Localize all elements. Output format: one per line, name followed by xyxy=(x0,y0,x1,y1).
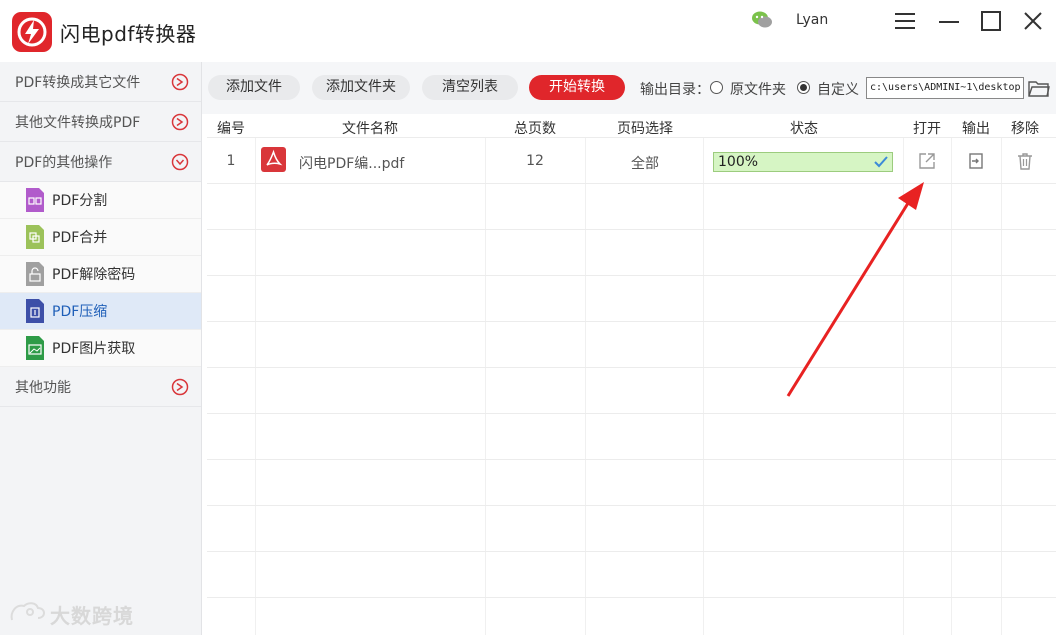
wechat-icon[interactable] xyxy=(750,9,774,31)
sidebar-category-label: PDF转换成其它文件 xyxy=(15,74,141,91)
sidebar-item-pdf-image-extract[interactable]: PDF图片获取 xyxy=(0,330,201,367)
radio-custom-label: 自定义 xyxy=(817,82,859,98)
sidebar: PDF转换成其它文件 其他文件转换成PDF PDF的其他操作 PDF分割 PDF… xyxy=(0,62,202,635)
table-row-empty xyxy=(207,551,1056,597)
clear-list-button[interactable]: 清空列表 xyxy=(422,75,518,100)
merge-icon xyxy=(24,224,46,250)
folder-icon[interactable] xyxy=(1028,78,1050,98)
image-extract-icon xyxy=(24,335,46,361)
pdf-file-icon xyxy=(261,147,286,172)
maximize-icon[interactable] xyxy=(978,8,1004,34)
toolbar: 添加文件 添加文件夹 清空列表 开始转换 输出目录： 原文件夹 自定义 c:\u… xyxy=(202,62,1056,114)
col-header-filename: 文件名称 xyxy=(342,121,398,137)
table-row-empty xyxy=(207,413,1056,459)
table-header: 编号 文件名称 总页数 页码选择 状态 打开 输出 移除 xyxy=(207,116,1056,138)
status-progress: 100% xyxy=(713,152,893,172)
sidebar-category-label: 其他文件转换成PDF xyxy=(15,114,141,131)
unlock-icon xyxy=(24,261,46,287)
radio-original-folder[interactable] xyxy=(710,81,723,94)
watermark-text: 大数跨境 xyxy=(50,604,134,628)
table-row-empty xyxy=(207,597,1056,635)
col-header-num: 编号 xyxy=(217,121,245,137)
menu-icon[interactable] xyxy=(892,8,918,34)
sidebar-item-label: PDF解除密码 xyxy=(52,267,136,283)
sidebar-category-pdf-to-other[interactable]: PDF转换成其它文件 xyxy=(0,62,201,102)
output-path-input[interactable]: c:\users\ADMINI~1\desktop xyxy=(866,77,1024,99)
radio-custom[interactable] xyxy=(797,81,810,94)
sidebar-category-other-to-pdf[interactable]: 其他文件转换成PDF xyxy=(0,102,201,142)
minimize-icon[interactable] xyxy=(936,8,962,34)
split-icon xyxy=(24,187,46,213)
table-row-empty xyxy=(207,505,1056,551)
status-text: 100% xyxy=(718,154,759,170)
chevron-right-icon xyxy=(171,378,189,395)
add-folder-button[interactable]: 添加文件夹 xyxy=(312,75,410,100)
radio-original-folder-label: 原文件夹 xyxy=(730,82,786,98)
app-logo-icon xyxy=(12,12,52,52)
table-row-empty xyxy=(207,459,1056,505)
compress-icon xyxy=(24,298,46,324)
add-file-button[interactable]: 添加文件 xyxy=(208,75,300,100)
col-header-status: 状态 xyxy=(790,121,818,137)
app-title: 闪电pdf转换器 xyxy=(60,22,197,46)
watermark-logo-icon xyxy=(10,602,45,621)
col-header-page-range: 页码选择 xyxy=(617,121,673,137)
sidebar-category-pdf-other-ops[interactable]: PDF的其他操作 xyxy=(0,142,201,182)
page-count: 12 xyxy=(526,153,544,169)
sidebar-item-pdf-split[interactable]: PDF分割 xyxy=(0,182,201,219)
file-name: 闪电PDF编...pdf xyxy=(299,156,405,172)
sidebar-item-label: PDF分割 xyxy=(52,193,108,209)
col-header-pages: 总页数 xyxy=(514,121,556,137)
col-header-output: 输出 xyxy=(962,121,990,137)
sidebar-category-other-functions[interactable]: 其他功能 xyxy=(0,367,201,407)
sidebar-item-pdf-merge[interactable]: PDF合并 xyxy=(0,219,201,256)
sidebar-item-label: PDF压缩 xyxy=(52,304,108,320)
sidebar-item-pdf-unlock[interactable]: PDF解除密码 xyxy=(0,256,201,293)
col-header-remove: 移除 xyxy=(1011,121,1039,137)
open-external-icon[interactable] xyxy=(917,151,937,171)
chevron-down-icon xyxy=(171,153,189,170)
chevron-right-icon xyxy=(171,113,189,130)
close-icon[interactable] xyxy=(1020,8,1046,34)
row-number: 1 xyxy=(226,153,236,169)
sidebar-item-pdf-compress[interactable]: PDF压缩 xyxy=(0,293,201,330)
col-header-open: 打开 xyxy=(913,121,941,137)
chevron-right-icon xyxy=(171,73,189,90)
sidebar-category-label: PDF的其他操作 xyxy=(15,154,113,171)
sidebar-category-label: 其他功能 xyxy=(15,379,71,396)
user-name[interactable]: Lyan xyxy=(796,12,828,28)
start-convert-button[interactable]: 开始转换 xyxy=(529,75,625,100)
output-dir-label: 输出目录： xyxy=(640,82,710,98)
title-bar: 闪电pdf转换器 Lyan xyxy=(0,0,1056,62)
page-range-select[interactable]: 全部 xyxy=(585,153,705,173)
output-icon[interactable] xyxy=(966,151,986,171)
check-icon xyxy=(874,156,888,168)
sidebar-item-label: PDF图片获取 xyxy=(52,341,136,357)
sidebar-item-label: PDF合并 xyxy=(52,230,108,246)
trash-icon[interactable] xyxy=(1015,151,1035,171)
annotation-arrow xyxy=(786,182,924,397)
